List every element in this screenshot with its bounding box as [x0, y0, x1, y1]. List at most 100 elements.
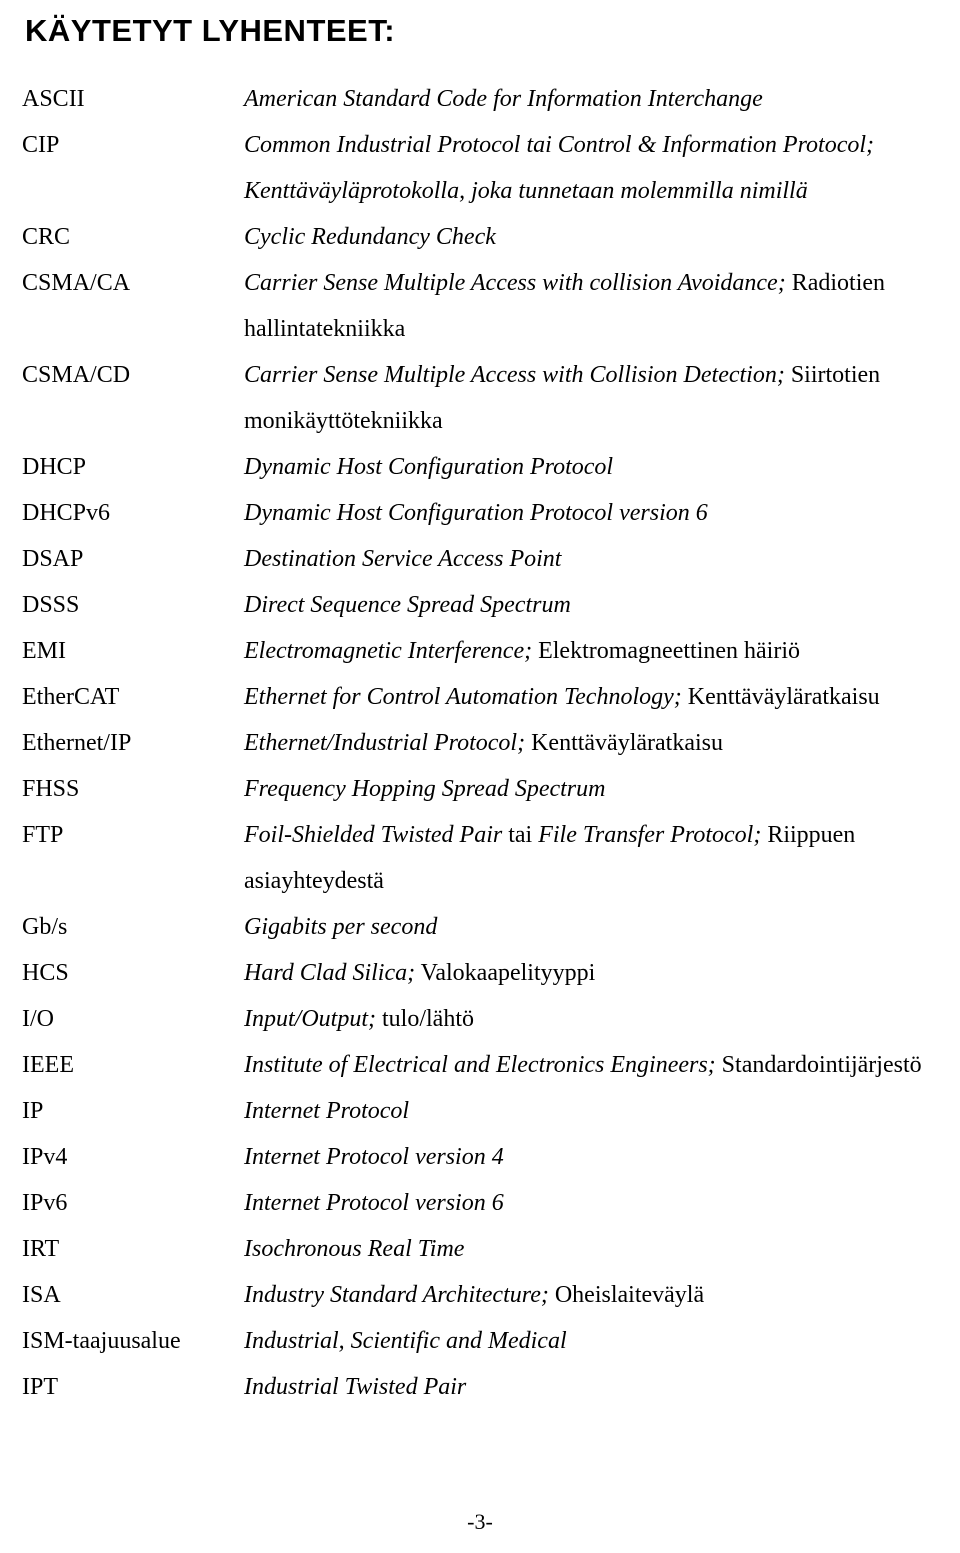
- abbreviation-term: ASCII: [22, 86, 85, 113]
- definition-fragment: Kenttäväyläratkaisu: [525, 730, 723, 757]
- table-row: EtherCAT Ethernet for Control Automation …: [22, 674, 938, 720]
- abbreviation-term: IEEE: [22, 1052, 74, 1079]
- definition-fragment: Dynamic Host Configuration Protocol: [244, 454, 614, 481]
- abbreviation-definition: Carrier Sense Multiple Access with colli…: [244, 260, 938, 352]
- table-row: IEEE Institute of Electrical and Electron…: [22, 1042, 938, 1088]
- abbreviation-definition: Industrial Twisted Pair: [244, 1364, 938, 1410]
- definition-fragment: Elektromagneettinen häiriö: [532, 638, 800, 665]
- abbreviation-term: Ethernet/IP: [22, 730, 132, 757]
- abbreviation-term: HCS: [22, 960, 69, 987]
- abbreviation-definition: Internet Protocol version 6: [244, 1180, 938, 1226]
- definition-fragment: Ethernet/Industrial Protocol;: [244, 730, 526, 757]
- abbreviation-definition: Isochronous Real Time: [244, 1226, 938, 1272]
- definition-fragment: Common Industrial Protocol tai Control &…: [244, 132, 874, 159]
- abbreviation-term: EMI: [22, 638, 66, 665]
- abbreviation-definition: Dynamic Host Configuration Protocol: [244, 444, 938, 490]
- abbreviation-definition: Gigabits per second: [244, 904, 938, 950]
- abbreviation-definition: Industrial, Scientific and Medical: [244, 1318, 938, 1364]
- table-row: ASCII American Standard Code for Informat…: [22, 76, 938, 122]
- table-row: IPv4 Internet Protocol version 4: [22, 1134, 938, 1180]
- abbreviations-table-body: ASCII American Standard Code for Informat…: [22, 76, 938, 1410]
- table-row: IRT Isochronous Real Time: [22, 1226, 938, 1272]
- table-row: IPv6 Internet Protocol version 6: [22, 1180, 938, 1226]
- abbreviation-term: I/O: [22, 1006, 54, 1033]
- definition-fragment: Industrial Twisted Pair: [244, 1374, 467, 1401]
- abbreviation-term: DHCP: [22, 454, 87, 481]
- definition-fragment: tai: [502, 822, 539, 849]
- table-row: Ethernet/IP Ethernet/Industrial Protocol;…: [22, 720, 938, 766]
- definition-fragment: Institute of Electrical and Electronics …: [244, 1052, 716, 1079]
- abbreviation-term: CSMA/CD: [22, 362, 131, 389]
- table-row: Gb/s Gigabits per second: [22, 904, 938, 950]
- abbreviation-term: Gb/s: [22, 914, 68, 941]
- abbreviation-term: IPv6: [22, 1190, 68, 1217]
- definition-fragment: Standardointijärjestö: [715, 1052, 922, 1079]
- definition-fragment: Internet Protocol version 6: [244, 1190, 504, 1217]
- definition-fragment: Industrial, Scientific and Medical: [244, 1328, 567, 1355]
- abbreviation-term: FTP: [22, 822, 64, 849]
- abbreviation-definition: Direct Sequence Spread Spectrum: [244, 582, 938, 628]
- abbreviation-term: IP: [22, 1098, 44, 1125]
- definition-fragment: Frequency Hopping Spread Spectrum: [244, 776, 606, 803]
- definition-fragment: Hard Clad Silica;: [244, 960, 416, 987]
- abbreviation-definition: Institute of Electrical and Electronics …: [244, 1042, 938, 1088]
- definition-fragment: American Standard Code for Information I…: [244, 86, 763, 113]
- table-row: FTP Foil-Shielded Twisted Pair tai File T…: [22, 812, 938, 904]
- definition-fragment: Ethernet for Control Automation Technolo…: [244, 684, 682, 711]
- definition-fragment: Electromagnetic Interference;: [244, 638, 533, 665]
- abbreviation-definition: Destination Service Access Point: [244, 536, 938, 582]
- definition-fragment: Cyclic Redundancy Check: [244, 224, 496, 251]
- abbreviation-definition: Cyclic Redundancy Check: [244, 214, 938, 260]
- definition-fragment: Dynamic Host Configuration Protocol vers…: [244, 500, 708, 527]
- table-row: DSSS Direct Sequence Spread Spectrum: [22, 582, 938, 628]
- abbreviation-term: ISM-taajuusalue: [22, 1328, 181, 1355]
- table-row: CRC Cyclic Redundancy Check: [22, 214, 938, 260]
- abbreviation-definition: Carrier Sense Multiple Access with Colli…: [244, 352, 938, 444]
- definition-fragment: File Transfer Protocol;: [538, 822, 762, 849]
- abbreviation-definition: Input/Output; tulo/lähtö: [244, 996, 938, 1042]
- table-row: DHCPv6 Dynamic Host Configuration Protoco…: [22, 490, 938, 536]
- abbreviation-term: CIP: [22, 132, 60, 159]
- definition-fragment: Gigabits per second: [244, 914, 438, 941]
- abbreviation-term: IPT: [22, 1374, 58, 1401]
- table-row: EMI Electromagnetic Interference; Elektro…: [22, 628, 938, 674]
- table-row: FHSS Frequency Hopping Spread Spectrum: [22, 766, 938, 812]
- abbreviation-definition: Ethernet/Industrial Protocol; Kenttäväyl…: [244, 720, 938, 766]
- abbreviation-term: DSSS: [22, 592, 80, 619]
- definition-fragment: Internet Protocol: [244, 1098, 410, 1125]
- table-row: CSMA/CA Carrier Sense Multiple Access wit…: [22, 260, 938, 352]
- abbreviation-definition: Industry Standard Architecture; Oheislai…: [244, 1272, 938, 1318]
- abbreviation-term: DHCPv6: [22, 500, 111, 527]
- definition-fragment: Carrier Sense Multiple Access with colli…: [244, 270, 786, 297]
- definition-fragment: tulo/lähtö: [376, 1006, 474, 1033]
- page-number: -3-: [467, 1509, 493, 1534]
- table-row: I/O Input/Output; tulo/lähtö: [22, 996, 938, 1042]
- definition-fragment: Destination Service Access Point: [244, 546, 562, 573]
- abbreviation-definition: Foil-Shielded Twisted Pair tai File Tran…: [244, 812, 938, 904]
- definition-fragment: Industry Standard Architecture;: [244, 1282, 549, 1309]
- table-row: CSMA/CD Carrier Sense Multiple Access wit…: [22, 352, 938, 444]
- abbreviation-term: IRT: [22, 1236, 60, 1263]
- definition-fragment: Kenttäväyläprotokolla, joka tunnetaan mo…: [244, 178, 808, 205]
- abbreviation-definition: Dynamic Host Configuration Protocol vers…: [244, 490, 938, 536]
- definition-fragment: Input/Output;: [244, 1006, 376, 1033]
- abbreviation-definition: Common Industrial Protocol tai Control &…: [244, 122, 938, 214]
- page-title: KÄYTETYT LYHENTEET:: [25, 13, 396, 48]
- table-row: ISA Industry Standard Architecture; Oheis…: [22, 1272, 938, 1318]
- abbreviation-definition: Ethernet for Control Automation Technolo…: [244, 674, 938, 720]
- table-row: CIP Common Industrial Protocol tai Contro…: [22, 122, 938, 214]
- abbreviation-term: FHSS: [22, 776, 80, 803]
- definition-fragment: Isochronous Real Time: [244, 1236, 465, 1263]
- abbreviation-term: CRC: [22, 224, 71, 251]
- abbreviation-definition: Frequency Hopping Spread Spectrum: [244, 766, 938, 812]
- table-row: ISM-taajuusalue Industrial, Scientific an…: [22, 1318, 938, 1364]
- table-row: IPT Industrial Twisted Pair: [22, 1364, 938, 1410]
- abbreviation-definition: Electromagnetic Interference; Elektromag…: [244, 628, 938, 674]
- abbreviation-term: DSAP: [22, 546, 84, 573]
- abbreviation-definition: Internet Protocol version 4: [244, 1134, 938, 1180]
- table-row: IP Internet Protocol: [22, 1088, 938, 1134]
- abbreviation-term: ISA: [22, 1282, 61, 1309]
- abbreviation-definition: Hard Clad Silica; Valokaapelityyppi: [244, 950, 938, 996]
- definition-fragment: Internet Protocol version 4: [244, 1144, 504, 1171]
- abbreviation-definition: American Standard Code for Information I…: [244, 76, 938, 122]
